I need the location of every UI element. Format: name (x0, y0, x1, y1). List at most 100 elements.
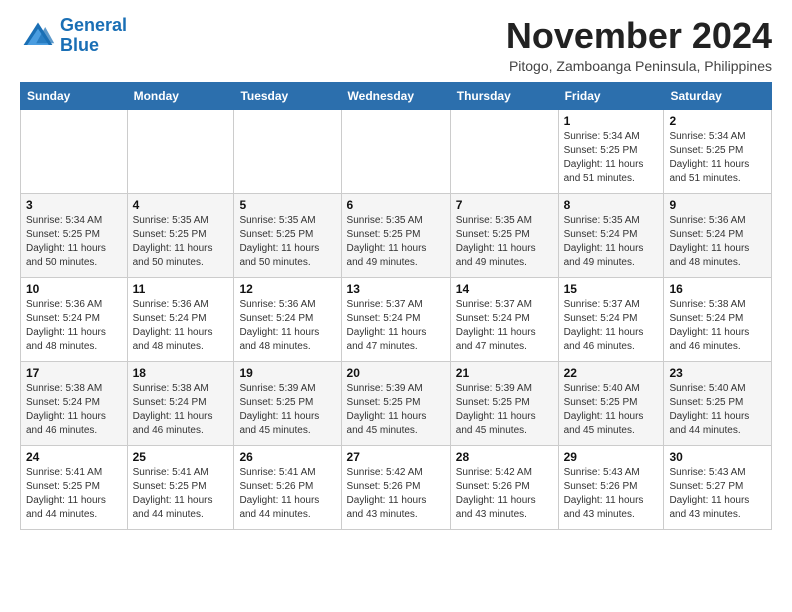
day-info: Sunrise: 5:39 AM Sunset: 5:25 PM Dayligh… (239, 382, 335, 438)
day-info: Sunrise: 5:41 AM Sunset: 5:26 PM Dayligh… (239, 466, 335, 522)
logo: General Blue (20, 16, 127, 56)
calendar-cell: 20Sunrise: 5:39 AM Sunset: 5:25 PM Dayli… (341, 361, 450, 445)
calendar-cell: 17 Sunrise: 5:38 AM Sunset: 5:24 PM Dayli… (21, 361, 128, 445)
weekday-header: Monday (127, 82, 234, 109)
calendar-cell (127, 109, 234, 193)
day-number: 7 (456, 198, 553, 212)
title-block: November 2024 Pitogo, Zamboanga Peninsul… (506, 16, 772, 74)
day-number: 26 (239, 450, 335, 464)
calendar-cell: 14 Sunrise: 5:37 AM Sunset: 5:24 PM Dayli… (450, 277, 558, 361)
day-number: 3 (26, 198, 122, 212)
logo-blue: Blue (60, 35, 99, 55)
day-info: Sunrise: 5:40 AM Sunset: 5:25 PM Dayligh… (564, 382, 659, 438)
day-info: Sunrise: 5:36 AM Sunset: 5:24 PM Dayligh… (669, 214, 766, 270)
calendar-cell: 10 Sunrise: 5:36 AM Sunset: 5:24 PM Dayli… (21, 277, 128, 361)
day-info: Sunrise: 5:38 AM Sunset: 5:24 PM Dayligh… (26, 382, 122, 438)
calendar-cell (21, 109, 128, 193)
calendar-cell: 4 Sunrise: 5:35 AM Sunset: 5:25 PM Daylig… (127, 193, 234, 277)
calendar-week-row: 17 Sunrise: 5:38 AM Sunset: 5:24 PM Dayli… (21, 361, 772, 445)
day-info: Sunrise: 5:35 AM Sunset: 5:25 PM Dayligh… (347, 214, 445, 270)
day-number: 11 (133, 282, 229, 296)
day-number: 24 (26, 450, 122, 464)
logo-icon (20, 18, 56, 54)
day-number: 30 (669, 450, 766, 464)
weekday-header: Friday (558, 82, 664, 109)
day-info: Sunrise: 5:40 AM Sunset: 5:25 PM Dayligh… (669, 382, 766, 438)
calendar-cell (341, 109, 450, 193)
calendar-cell: 3 Sunrise: 5:34 AM Sunset: 5:25 PM Daylig… (21, 193, 128, 277)
day-number: 10 (26, 282, 122, 296)
day-info: Sunrise: 5:39 AM Sunset: 5:25 PM Dayligh… (456, 382, 553, 438)
day-number: 8 (564, 198, 659, 212)
calendar-cell: 15 Sunrise: 5:37 AM Sunset: 5:24 PM Dayli… (558, 277, 664, 361)
day-number: 4 (133, 198, 229, 212)
day-number: 9 (669, 198, 766, 212)
calendar-cell: 9 Sunrise: 5:36 AM Sunset: 5:24 PM Daylig… (664, 193, 772, 277)
day-number: 1 (564, 114, 659, 128)
day-info: Sunrise: 5:37 AM Sunset: 5:24 PM Dayligh… (347, 298, 445, 354)
day-info: Sunrise: 5:38 AM Sunset: 5:24 PM Dayligh… (669, 298, 766, 354)
day-info: Sunrise: 5:35 AM Sunset: 5:25 PM Dayligh… (133, 214, 229, 270)
day-number: 12 (239, 282, 335, 296)
page: General Blue November 2024 Pitogo, Zambo… (0, 0, 792, 546)
calendar-cell: 16 Sunrise: 5:38 AM Sunset: 5:24 PM Dayli… (664, 277, 772, 361)
day-info: Sunrise: 5:34 AM Sunset: 5:25 PM Dayligh… (669, 130, 766, 186)
calendar-cell: 6 Sunrise: 5:35 AM Sunset: 5:25 PM Daylig… (341, 193, 450, 277)
day-info: Sunrise: 5:34 AM Sunset: 5:25 PM Dayligh… (26, 214, 122, 270)
day-number: 16 (669, 282, 766, 296)
day-number: 6 (347, 198, 445, 212)
calendar-cell: 19 Sunrise: 5:39 AM Sunset: 5:25 PM Dayli… (234, 361, 341, 445)
day-number: 22 (564, 366, 659, 380)
day-number: 27 (347, 450, 445, 464)
day-info: Sunrise: 5:35 AM Sunset: 5:24 PM Dayligh… (564, 214, 659, 270)
day-info: Sunrise: 5:36 AM Sunset: 5:24 PM Dayligh… (239, 298, 335, 354)
day-number: 23 (669, 366, 766, 380)
weekday-header: Tuesday (234, 82, 341, 109)
month-title: November 2024 (506, 16, 772, 56)
day-number: 29 (564, 450, 659, 464)
day-info: Sunrise: 5:35 AM Sunset: 5:25 PM Dayligh… (239, 214, 335, 270)
day-number: 28 (456, 450, 553, 464)
day-number: 21 (456, 366, 553, 380)
day-number: 15 (564, 282, 659, 296)
calendar-cell: 24Sunrise: 5:41 AM Sunset: 5:25 PM Dayli… (21, 445, 128, 529)
day-info: Sunrise: 5:37 AM Sunset: 5:24 PM Dayligh… (456, 298, 553, 354)
location-subtitle: Pitogo, Zamboanga Peninsula, Philippines (506, 58, 772, 74)
day-info: Sunrise: 5:43 AM Sunset: 5:27 PM Dayligh… (669, 466, 766, 522)
calendar-cell: 18 Sunrise: 5:38 AM Sunset: 5:24 PM Dayli… (127, 361, 234, 445)
day-number: 2 (669, 114, 766, 128)
day-info: Sunrise: 5:39 AM Sunset: 5:25 PM Dayligh… (347, 382, 445, 438)
calendar-cell: 11 Sunrise: 5:36 AM Sunset: 5:24 PM Dayli… (127, 277, 234, 361)
day-info: Sunrise: 5:36 AM Sunset: 5:24 PM Dayligh… (26, 298, 122, 354)
calendar-cell: 13Sunrise: 5:37 AM Sunset: 5:24 PM Dayli… (341, 277, 450, 361)
day-info: Sunrise: 5:42 AM Sunset: 5:26 PM Dayligh… (347, 466, 445, 522)
logo-general: General (60, 15, 127, 35)
calendar-cell: 27 Sunrise: 5:42 AM Sunset: 5:26 PM Dayli… (341, 445, 450, 529)
day-number: 19 (239, 366, 335, 380)
day-info: Sunrise: 5:36 AM Sunset: 5:24 PM Dayligh… (133, 298, 229, 354)
day-info: Sunrise: 5:42 AM Sunset: 5:26 PM Dayligh… (456, 466, 553, 522)
calendar-header-row: SundayMondayTuesdayWednesdayThursdayFrid… (21, 82, 772, 109)
weekday-header: Wednesday (341, 82, 450, 109)
calendar-week-row: 10 Sunrise: 5:36 AM Sunset: 5:24 PM Dayli… (21, 277, 772, 361)
logo-text: General Blue (60, 16, 127, 56)
day-number: 18 (133, 366, 229, 380)
calendar-cell: 23 Sunrise: 5:40 AM Sunset: 5:25 PM Dayli… (664, 361, 772, 445)
weekday-header: Saturday (664, 82, 772, 109)
day-number: 25 (133, 450, 229, 464)
day-number: 14 (456, 282, 553, 296)
calendar-cell: 26 Sunrise: 5:41 AM Sunset: 5:26 PM Dayli… (234, 445, 341, 529)
calendar-cell (234, 109, 341, 193)
day-info: Sunrise: 5:38 AM Sunset: 5:24 PM Dayligh… (133, 382, 229, 438)
calendar-week-row: 3 Sunrise: 5:34 AM Sunset: 5:25 PM Daylig… (21, 193, 772, 277)
calendar-cell: 2 Sunrise: 5:34 AM Sunset: 5:25 PM Daylig… (664, 109, 772, 193)
calendar-cell: 1Sunrise: 5:34 AM Sunset: 5:25 PM Daylig… (558, 109, 664, 193)
calendar-cell: 28 Sunrise: 5:42 AM Sunset: 5:26 PM Dayli… (450, 445, 558, 529)
day-number: 17 (26, 366, 122, 380)
calendar-cell: 25Sunrise: 5:41 AM Sunset: 5:25 PM Dayli… (127, 445, 234, 529)
calendar-cell: 7Sunrise: 5:35 AM Sunset: 5:25 PM Daylig… (450, 193, 558, 277)
calendar-week-row: 1 Sunrise: 5:34 AM Sunset: 5:25 PM Daylig… (21, 109, 772, 193)
calendar-cell: 5Sunrise: 5:35 AM Sunset: 5:25 PM Daylig… (234, 193, 341, 277)
weekday-header: Thursday (450, 82, 558, 109)
day-info: Sunrise: 5:37 AM Sunset: 5:24 PM Dayligh… (564, 298, 659, 354)
